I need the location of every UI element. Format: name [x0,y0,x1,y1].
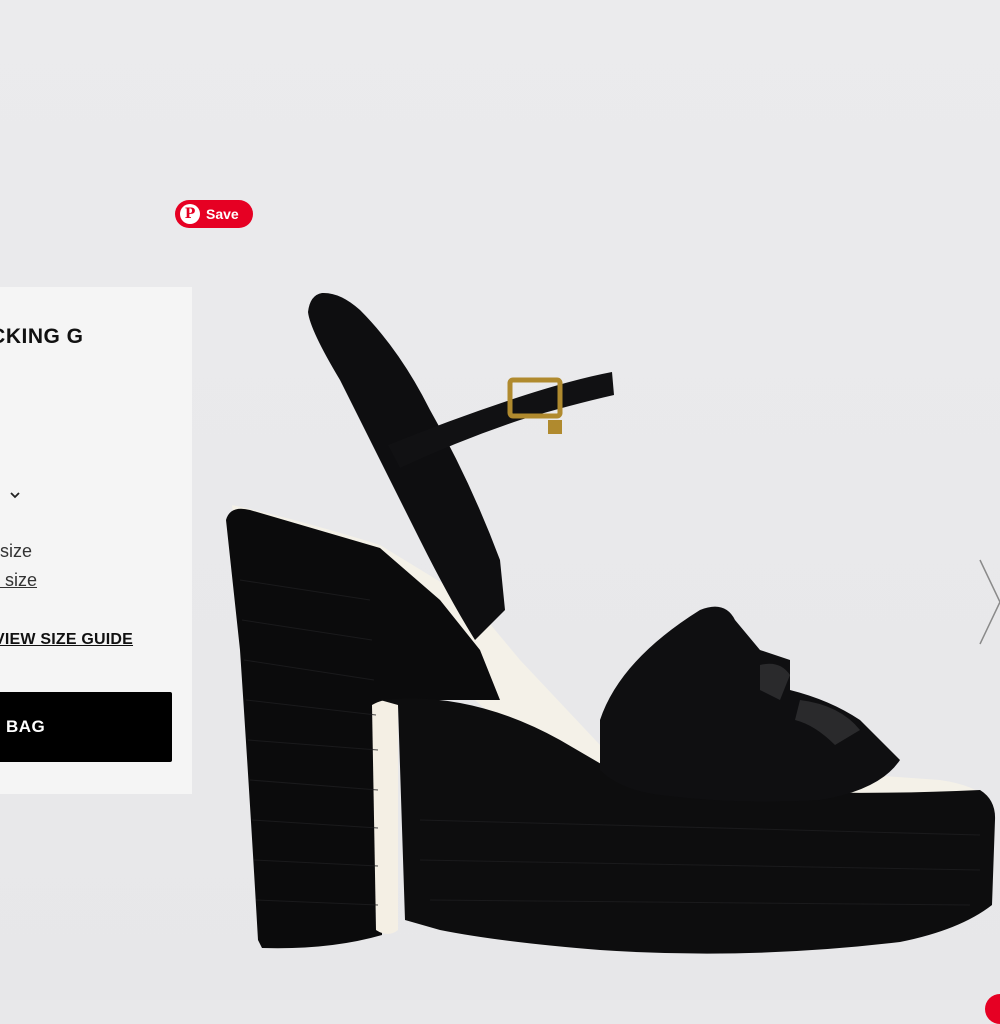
pinterest-save-label: Save [206,206,239,222]
product-image [226,292,996,954]
chat-badge-icon[interactable] [985,994,1000,1024]
size-link[interactable]: r size [0,570,37,591]
color-select[interactable]: r [0,485,20,505]
size-text: size [0,541,33,561]
chevron-right-icon[interactable] [978,558,1000,646]
product-title: LOCKING G [0,325,84,348]
pinterest-icon: P [180,204,200,224]
size-guide-link[interactable]: VIEW SIZE GUIDE [0,631,133,649]
add-to-bag-button[interactable]: BAG [0,692,172,762]
product-gallery: P Save LOCKING G r size r size VIEW SIZE… [0,0,1000,1024]
add-to-bag-label: BAG [6,717,46,736]
chevron-down-icon [10,492,20,499]
product-info-panel: LOCKING G r size r size VIEW SIZE GUIDE … [0,287,192,794]
pinterest-save-button[interactable]: P Save [175,200,253,228]
